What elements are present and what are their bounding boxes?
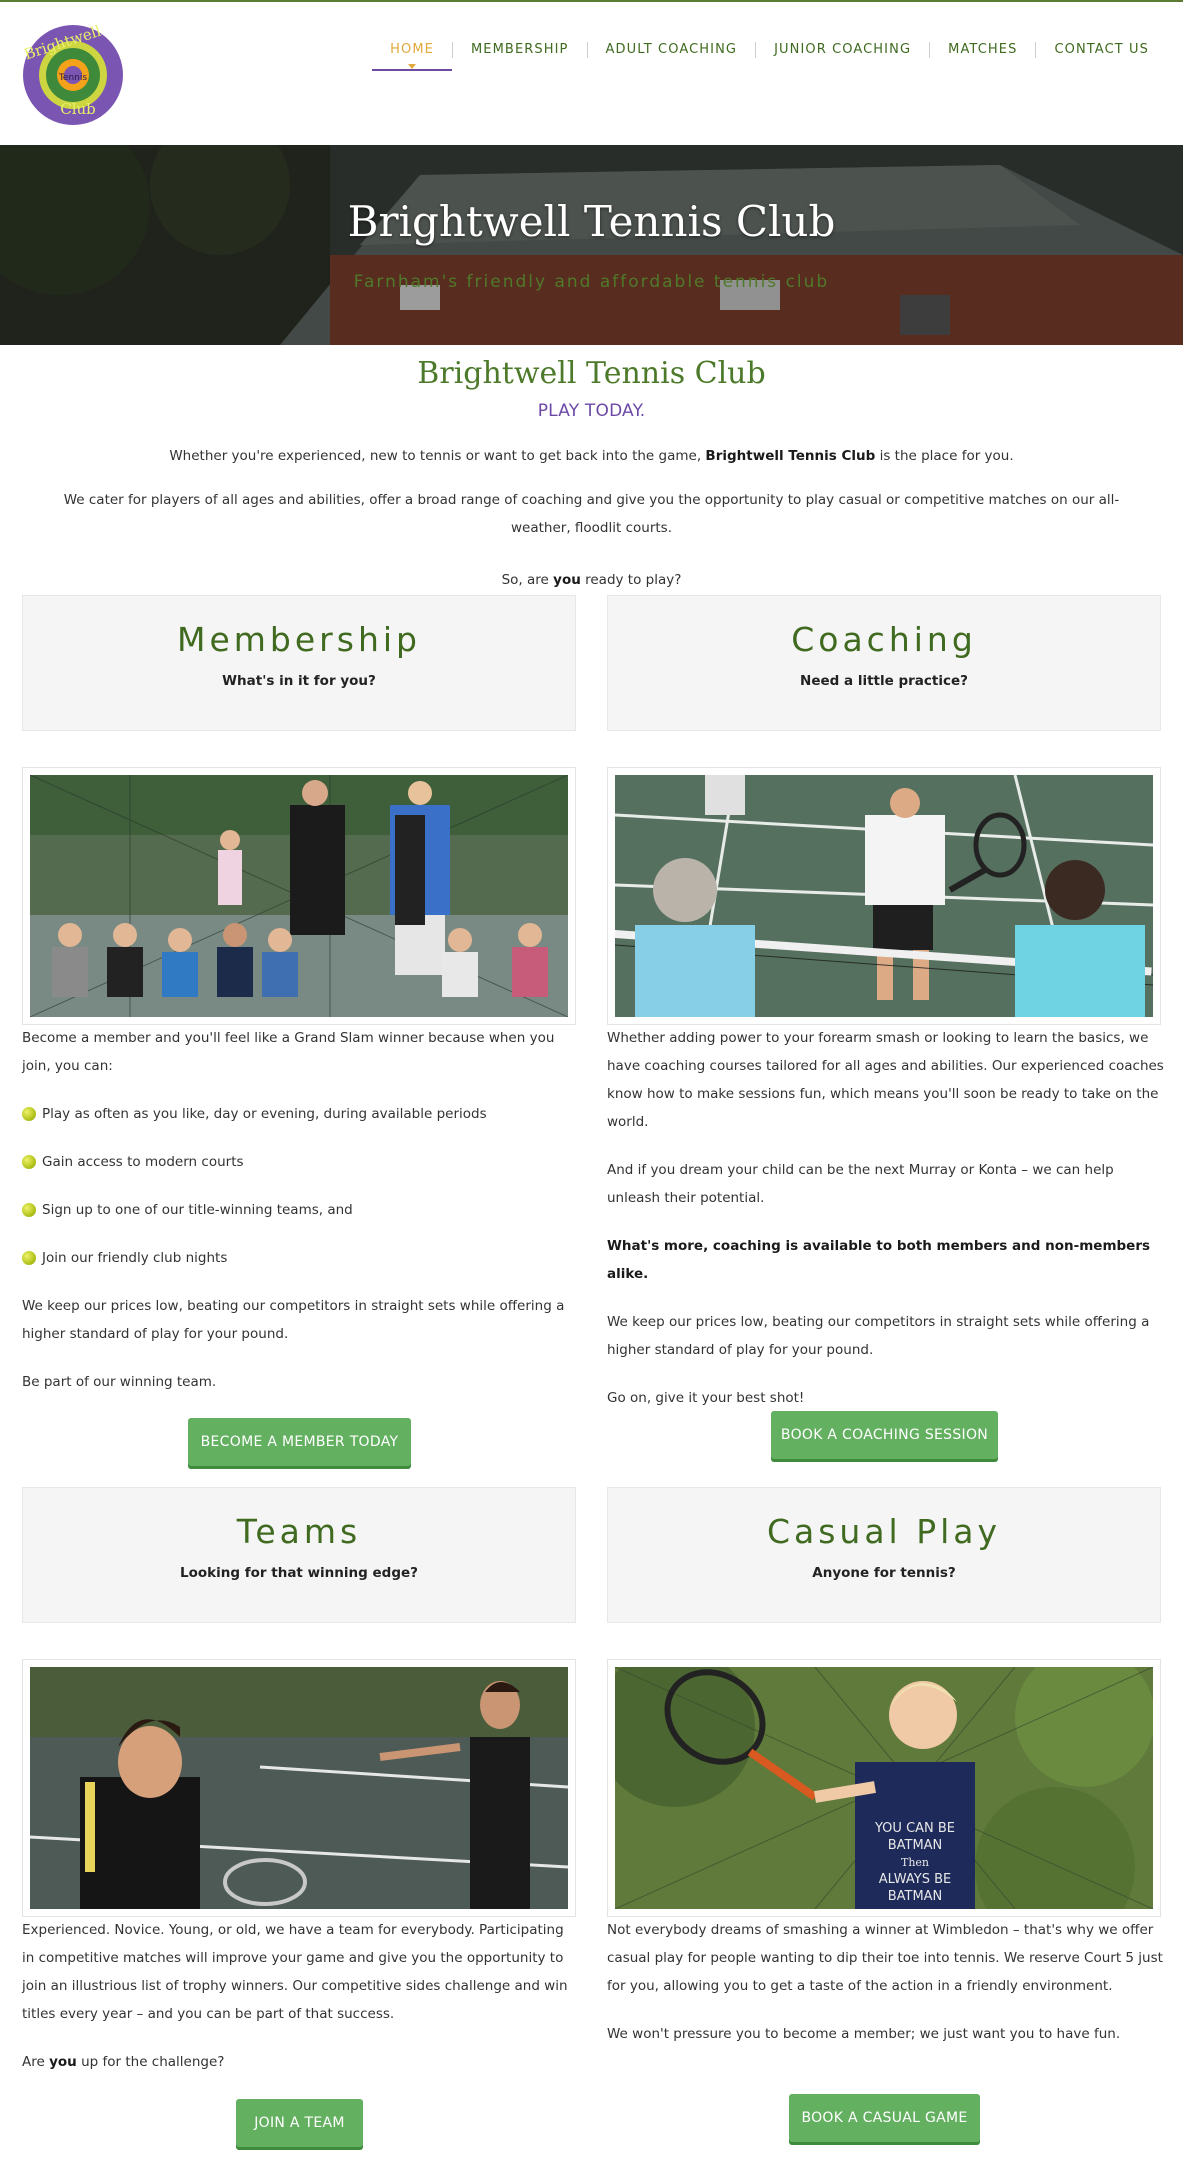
coaching-photo bbox=[607, 767, 1161, 1025]
membership-bullet: Gain access to modern courts bbox=[22, 1148, 580, 1176]
book-coaching-button[interactable]: BOOK A COACHING SESSION bbox=[771, 1411, 998, 1459]
teams-heading: Teams bbox=[236, 1512, 362, 1551]
membership-bullet: Sign up to one of our title-winning team… bbox=[22, 1196, 580, 1224]
nav-junior-coaching[interactable]: JUNIOR COACHING bbox=[756, 36, 929, 71]
tennis-ball-icon bbox=[22, 1107, 36, 1121]
coaching-heading-box: Coaching Need a little practice? bbox=[607, 595, 1161, 731]
intro-tagline: PLAY TODAY. bbox=[537, 401, 646, 421]
shirt-text-3: Then bbox=[901, 1856, 929, 1869]
teams-p2-text-end: up for the challenge? bbox=[76, 2054, 225, 2070]
intro-p3-text-end: ready to play? bbox=[580, 572, 682, 588]
intro-p1-bold: Brightwell Tennis Club bbox=[705, 448, 876, 464]
coaching-p5: Go on, give it your best shot! bbox=[607, 1390, 805, 1406]
teams-subheading: Looking for that winning edge? bbox=[180, 1565, 418, 1581]
membership-bullet: Join our friendly club nights bbox=[22, 1244, 580, 1272]
doubles-players-image bbox=[30, 1667, 568, 1909]
intro-paragraph-3: So, are you ready to play? bbox=[0, 566, 1183, 594]
membership-heading: Membership bbox=[177, 620, 421, 659]
membership-intro: Become a member and you'll feel like a G… bbox=[22, 1030, 555, 1074]
shirt-text-1: YOU CAN BE bbox=[874, 1821, 955, 1836]
membership-bullet-text: Sign up to one of our title-winning team… bbox=[42, 1202, 353, 1218]
nav-contact-us-label: CONTACT US bbox=[1054, 42, 1149, 57]
membership-photo bbox=[22, 767, 576, 1025]
membership-bullet-text: Play as often as you like, day or evenin… bbox=[42, 1106, 487, 1122]
membership-closing: Be part of our winning team. bbox=[22, 1374, 217, 1390]
teams-heading-box: Teams Looking for that winning edge? bbox=[22, 1487, 576, 1623]
coaching-p3-bold: What's more, coaching is available to bo… bbox=[607, 1238, 1151, 1282]
book-casual-game-button[interactable]: BOOK A CASUAL GAME bbox=[789, 2094, 980, 2142]
membership-bullet-text: Gain access to modern courts bbox=[42, 1154, 244, 1170]
intro-paragraph-1: Whether you're experienced, new to tenni… bbox=[0, 442, 1183, 470]
casual-heading: Casual Play bbox=[766, 1512, 1002, 1551]
coach-on-court-image bbox=[615, 775, 1153, 1017]
nav-adult-coaching[interactable]: ADULT COACHING bbox=[588, 36, 756, 71]
nav-matches[interactable]: MATCHES bbox=[930, 36, 1035, 71]
coaching-p1: Whether adding power to your forearm sma… bbox=[607, 1030, 1164, 1130]
intro-p3-bold: you bbox=[553, 572, 581, 588]
intro-title: Brightwell Tennis Club bbox=[417, 356, 766, 391]
intro-paragraph-2: We cater for players of all ages and abi… bbox=[63, 492, 1120, 536]
nav-home[interactable]: HOME bbox=[372, 36, 452, 71]
intro-p1-text: Whether you're experienced, new to tenni… bbox=[169, 448, 706, 464]
nav-membership-label: MEMBERSHIP bbox=[470, 42, 569, 57]
logo-text-mid: Tennis bbox=[58, 73, 87, 83]
hero-title: Brightwell Tennis Club bbox=[347, 197, 836, 246]
teams-text: Experienced. Novice. Young, or old, we h… bbox=[22, 1916, 580, 2096]
main-nav: HOME MEMBERSHIP ADULT COACHING JUNIOR CO… bbox=[372, 36, 1167, 71]
coaching-text: Whether adding power to your forearm sma… bbox=[607, 1024, 1167, 1432]
coaching-p2: And if you dream your child can be the n… bbox=[607, 1162, 1114, 1206]
membership-text: Become a member and you'll feel like a G… bbox=[22, 1024, 580, 1416]
shirt-text-5: BATMAN bbox=[888, 1889, 943, 1904]
intro-p1-text-end: is the place for you. bbox=[875, 448, 1014, 464]
hero-subtitle: Farnham's friendly and affordable tennis… bbox=[353, 272, 830, 292]
kids-on-court-image bbox=[30, 775, 568, 1017]
teams-p2: Are you up for the challenge? bbox=[22, 2048, 580, 2076]
membership-subheading: What's in it for you? bbox=[222, 673, 376, 689]
join-team-button[interactable]: JOIN A TEAM bbox=[236, 2099, 363, 2147]
coaching-p3: What's more, coaching is available to bo… bbox=[607, 1232, 1167, 1288]
casual-photo: YOU CAN BE BATMAN Then ALWAYS BE BATMAN bbox=[607, 1659, 1161, 1917]
teams-p2-bold: you bbox=[49, 2054, 77, 2070]
nav-matches-label: MATCHES bbox=[948, 42, 1018, 57]
logo-icon: Brightwell Tennis Club bbox=[22, 22, 123, 125]
casual-heading-box: Casual Play Anyone for tennis? bbox=[607, 1487, 1161, 1623]
shirt-text-4: ALWAYS BE bbox=[879, 1872, 951, 1887]
logo-text-bottom: Club bbox=[60, 100, 96, 118]
coaching-heading: Coaching bbox=[791, 620, 977, 659]
teams-photo bbox=[22, 1659, 576, 1917]
nav-contact-us[interactable]: CONTACT US bbox=[1036, 36, 1167, 71]
coaching-subheading: Need a little practice? bbox=[800, 673, 968, 689]
nav-home-label: HOME bbox=[390, 42, 434, 57]
membership-bullet-text: Join our friendly club nights bbox=[42, 1250, 228, 1266]
hero-banner: Brightwell Tennis Club Farnham's friendl… bbox=[0, 145, 1183, 345]
coaching-p4: We keep our prices low, beating our comp… bbox=[607, 1314, 1150, 1358]
nav-junior-coaching-label: JUNIOR COACHING bbox=[774, 42, 912, 57]
become-member-button[interactable]: BECOME A MEMBER TODAY bbox=[188, 1418, 411, 1466]
site-header: Brightwell Tennis Club HOME MEMBERSHIP A… bbox=[0, 2, 1183, 144]
casual-p2: We won't pressure you to become a member… bbox=[607, 2026, 1121, 2042]
tennis-ball-icon bbox=[22, 1203, 36, 1217]
nav-adult-coaching-label: ADULT COACHING bbox=[605, 42, 738, 57]
boy-with-racket-image: YOU CAN BE BATMAN Then ALWAYS BE BATMAN bbox=[615, 1667, 1153, 1909]
club-logo[interactable]: Brightwell Tennis Club bbox=[22, 22, 124, 126]
casual-p1: Not everybody dreams of smashing a winne… bbox=[607, 1922, 1163, 1994]
tennis-ball-icon bbox=[22, 1251, 36, 1265]
teams-p1: Experienced. Novice. Young, or old, we h… bbox=[22, 1922, 568, 2022]
tennis-ball-icon bbox=[22, 1155, 36, 1169]
intro-section: Brightwell Tennis Club PLAY TODAY. Wheth… bbox=[0, 356, 1183, 588]
casual-text: Not everybody dreams of smashing a winne… bbox=[607, 1916, 1167, 2068]
teams-p2-text: Are bbox=[22, 2054, 50, 2070]
membership-heading-box: Membership What's in it for you? bbox=[22, 595, 576, 731]
membership-prices: We keep our prices low, beating our comp… bbox=[22, 1298, 565, 1342]
nav-membership[interactable]: MEMBERSHIP bbox=[453, 36, 587, 71]
membership-bullet: Play as often as you like, day or evenin… bbox=[22, 1100, 580, 1128]
casual-subheading: Anyone for tennis? bbox=[812, 1565, 956, 1581]
shirt-text-2: BATMAN bbox=[888, 1838, 943, 1853]
intro-p3-text: So, are bbox=[501, 572, 554, 588]
active-caret-icon bbox=[408, 64, 417, 69]
